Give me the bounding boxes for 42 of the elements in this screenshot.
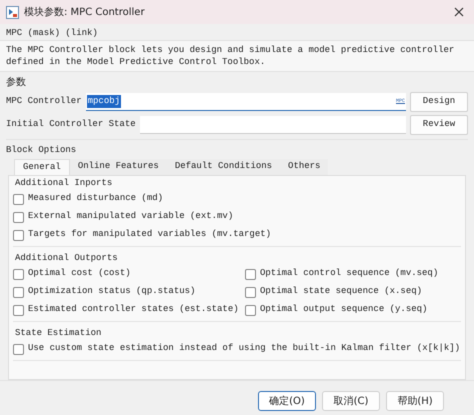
field-label: MPC Controller — [6, 95, 82, 108]
checkbox[interactable] — [245, 304, 256, 316]
description: The MPC Controller block lets you design and simulate a model predictive controller defined in the Model Predictive Control Toolbox. — [0, 40, 474, 72]
checkbox[interactable] — [245, 268, 256, 280]
checkbox-label: Measured disturbance (md) — [28, 192, 164, 206]
checkbox-label: Use custom state estimation instead of using the built-in Kalman filter (x[k|k]) — [28, 342, 460, 356]
checkbox[interactable] — [13, 230, 24, 240]
checkbox-label: Optimal state sequence (x.seq) — [260, 285, 422, 298]
group-title: Additional Outports — [14, 252, 119, 265]
checkbox[interactable] — [245, 286, 256, 298]
mask-header: MPC (mask) (link) — [6, 27, 99, 40]
checkbox-label: Estimated controller states (est.state) — [28, 303, 239, 316]
tab[interactable]: Others — [280, 159, 328, 175]
input-field[interactable] — [140, 116, 406, 134]
checkbox[interactable] — [13, 286, 24, 298]
dialog-button[interactable]: 确定(O) — [258, 391, 316, 411]
window-title: 模块参数: MPC Controller — [24, 6, 146, 20]
checkbox-label: Optimal control sequence (mv.seq) — [260, 267, 438, 280]
checkbox[interactable] — [13, 344, 24, 354]
checkbox[interactable] — [13, 268, 24, 280]
field-button[interactable]: Design — [410, 92, 468, 112]
field-button[interactable]: Review — [410, 115, 468, 135]
checkbox-label: Optimization status (qp.status) — [28, 285, 196, 298]
app-icon — [6, 6, 19, 18]
group-title: State Estimation — [14, 327, 102, 340]
close-icon[interactable] — [454, 7, 464, 17]
checkbox-label: Targets for manipulated variables (mv.target) — [28, 228, 272, 242]
checkbox[interactable] — [13, 304, 24, 316]
checkbox-label: Optimal output sequence (y.seq) — [260, 303, 428, 316]
tab[interactable]: Online Features — [70, 159, 167, 175]
group-title: Additional Inports — [14, 177, 114, 190]
section-title: Block Options — [6, 144, 78, 157]
checkbox-label: External manipulated variable (ext.mv) — [28, 210, 234, 224]
tab[interactable]: General — [14, 159, 70, 175]
section-title: 参数 — [6, 76, 27, 90]
checkbox[interactable] — [13, 194, 24, 204]
dialog-button[interactable]: 取消(C) — [322, 391, 380, 411]
field-label: Initial Controller State — [6, 118, 136, 132]
checkbox[interactable] — [13, 212, 24, 222]
checkbox-label: Optimal cost (cost) — [28, 267, 131, 280]
dialog-button[interactable]: 帮助(H) — [386, 391, 444, 411]
tab[interactable]: Default Conditions — [166, 159, 280, 175]
